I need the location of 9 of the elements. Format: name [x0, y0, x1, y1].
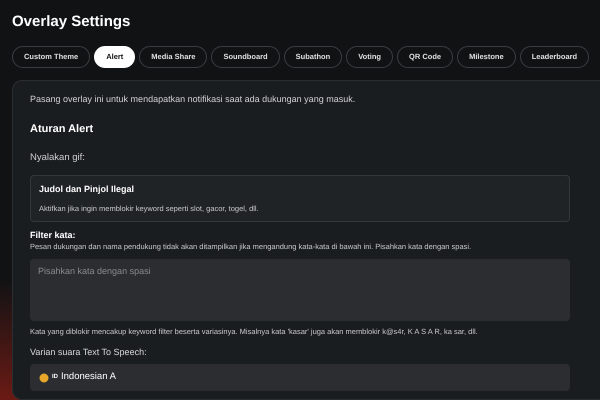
card-title: Judol dan Pinjol Ilegal	[39, 183, 136, 196]
intro-text: Pasang overlay ini untuk mendapatkan notifikasi saat ada dukungan yang masuk.	[30, 93, 356, 106]
field-label: Varian suara Text To Speech:	[30, 346, 148, 359]
filter-textarea[interactable]: Pisahkan kata dengan spasi	[30, 259, 570, 322]
select-value: Indonesian A	[61, 370, 116, 384]
field-label: Nyalakan gif:	[30, 151, 86, 165]
page-title: Overlay Settings	[12, 12, 132, 32]
field-label: Filter kata:	[30, 230, 77, 241]
section-heading: Aturan Alert	[30, 122, 94, 136]
